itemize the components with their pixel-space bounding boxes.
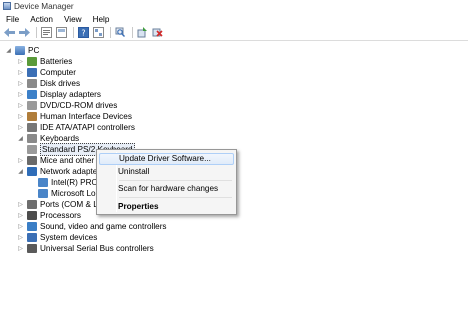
update-driver-icon[interactable] (136, 26, 149, 39)
sound-icon (27, 222, 37, 231)
expand-arrow-icon[interactable]: ▷ (17, 69, 24, 76)
battery-icon (27, 57, 37, 66)
help-icon[interactable]: ? (77, 26, 90, 39)
expand-arrow-icon[interactable]: ▷ (17, 58, 24, 65)
toolbar-separator (36, 27, 37, 38)
expand-arrow-icon[interactable]: ▷ (17, 212, 24, 219)
collapse-arrow-icon[interactable]: ◢ (17, 135, 24, 142)
tree-item-processors[interactable]: ▷ Processors (17, 210, 81, 221)
expand-arrow-icon[interactable]: ▷ (17, 113, 24, 120)
menu-help[interactable]: Help (87, 15, 115, 24)
tree-root[interactable]: ◢ PC (5, 45, 39, 56)
computer-icon (27, 68, 37, 77)
keyboard-icon (27, 145, 37, 154)
properties-menu-item[interactable]: Properties (99, 201, 234, 213)
tree-item-hid[interactable]: ▷ Human Interface Devices (17, 111, 132, 122)
computer-icon (15, 46, 25, 55)
tree-item-usb[interactable]: ▷ Universal Serial Bus controllers (17, 243, 154, 254)
dvd-icon (27, 101, 37, 110)
menu-bar: File Action View Help (0, 13, 468, 25)
scan-icon[interactable] (114, 26, 127, 39)
tree-item-label: Human Interface Devices (40, 112, 132, 121)
tree-item-label: IDE ATA/ATAPI controllers (40, 123, 135, 132)
title-bar: Device Manager (0, 0, 468, 12)
tree-item-microsoft-loopback[interactable]: Microsoft Loop (38, 188, 105, 199)
context-menu-separator (119, 197, 232, 198)
system-icon (27, 233, 37, 242)
collapse-arrow-icon[interactable]: ◢ (5, 47, 12, 54)
expand-arrow-icon[interactable]: ▷ (17, 102, 24, 109)
forward-arrow-icon[interactable] (18, 26, 31, 39)
back-arrow-icon[interactable] (3, 26, 16, 39)
tree-item-network-adapters[interactable]: ◢ Network adapters (17, 166, 104, 177)
tree-item-label: Universal Serial Bus controllers (40, 244, 154, 253)
menu-view[interactable]: View (58, 15, 87, 24)
properties-icon[interactable] (40, 26, 53, 39)
port-icon (27, 200, 37, 209)
expand-arrow-icon[interactable]: ▷ (17, 234, 24, 241)
update-driver-software-menu-item[interactable]: Update Driver Software... (99, 153, 234, 165)
device-manager-icon (3, 2, 11, 10)
toolbar-separator (110, 27, 111, 38)
tree-item-disk-drives[interactable]: ▷ Disk drives (17, 78, 80, 89)
expand-arrow-icon[interactable]: ▷ (17, 124, 24, 131)
menu-action[interactable]: Action (24, 15, 58, 24)
tree-item-label: System devices (40, 233, 98, 242)
tree-item-batteries[interactable]: ▷ Batteries (17, 56, 72, 67)
toolbar-separator (132, 27, 133, 38)
menu-file[interactable]: File (0, 15, 24, 24)
expand-arrow-icon[interactable]: ▷ (17, 80, 24, 87)
tree-item-label: Disk drives (40, 79, 81, 88)
tree-item-label: Network adapters (40, 167, 105, 176)
expand-arrow-icon[interactable]: ▷ (17, 201, 24, 208)
tree-item-system-devices[interactable]: ▷ System devices (17, 232, 97, 243)
tree-item-label: Sound, video and game controllers (40, 222, 167, 231)
network-icon (27, 167, 37, 176)
expand-arrow-icon[interactable]: ▷ (17, 91, 24, 98)
expand-arrow-icon[interactable]: ▷ (17, 245, 24, 252)
show-hide-icon[interactable] (55, 26, 68, 39)
collapse-arrow-icon[interactable]: ◢ (17, 168, 24, 175)
tree-item-dvd-drives[interactable]: ▷ DVD/CD-ROM drives (17, 100, 117, 111)
tree-item-sound[interactable]: ▷ Sound, video and game controllers (17, 221, 167, 232)
tree-root-label: PC (28, 46, 40, 55)
keyboard-icon (27, 134, 37, 143)
toolbar-separator (73, 27, 74, 38)
expand-arrow-icon[interactable]: ▷ (17, 223, 24, 230)
tree-item-label: Processors (40, 211, 81, 220)
mouse-icon (27, 156, 37, 165)
device-view-icon[interactable] (92, 26, 105, 39)
network-icon (38, 178, 48, 187)
tree-item-computer[interactable]: ▷ Computer (17, 67, 76, 78)
hid-icon (27, 112, 37, 121)
ide-icon (27, 123, 37, 132)
tree-item-label: Display adapters (40, 90, 101, 99)
context-menu-separator (119, 180, 232, 181)
tree-item-ports[interactable]: ▷ Ports (COM & LPT (17, 199, 108, 210)
tree-item-display-adapters[interactable]: ▷ Display adapters (17, 89, 101, 100)
toolbar: ? (0, 25, 468, 41)
uninstall-icon[interactable] (151, 26, 164, 39)
svg-text:?: ? (81, 29, 85, 38)
disk-drive-icon (27, 79, 37, 88)
tree-item-ide[interactable]: ▷ IDE ATA/ATAPI controllers (17, 122, 135, 133)
tree-item-label: Computer (40, 68, 76, 77)
usb-icon (27, 244, 37, 253)
tree-item-label: Batteries (40, 57, 73, 66)
context-menu: Update Driver Software... Uninstall Scan… (96, 149, 237, 215)
processor-icon (27, 211, 37, 220)
network-icon (38, 189, 48, 198)
expand-arrow-icon[interactable]: ▷ (17, 157, 24, 164)
window-title: Device Manager (14, 1, 74, 11)
tree-item-label: DVD/CD-ROM drives (40, 101, 118, 110)
uninstall-menu-item[interactable]: Uninstall (99, 166, 234, 178)
display-adapter-icon (27, 90, 37, 99)
tree-item-mice[interactable]: ▷ Mice and other po (17, 155, 106, 166)
scan-hardware-menu-item[interactable]: Scan for hardware changes (99, 183, 234, 195)
